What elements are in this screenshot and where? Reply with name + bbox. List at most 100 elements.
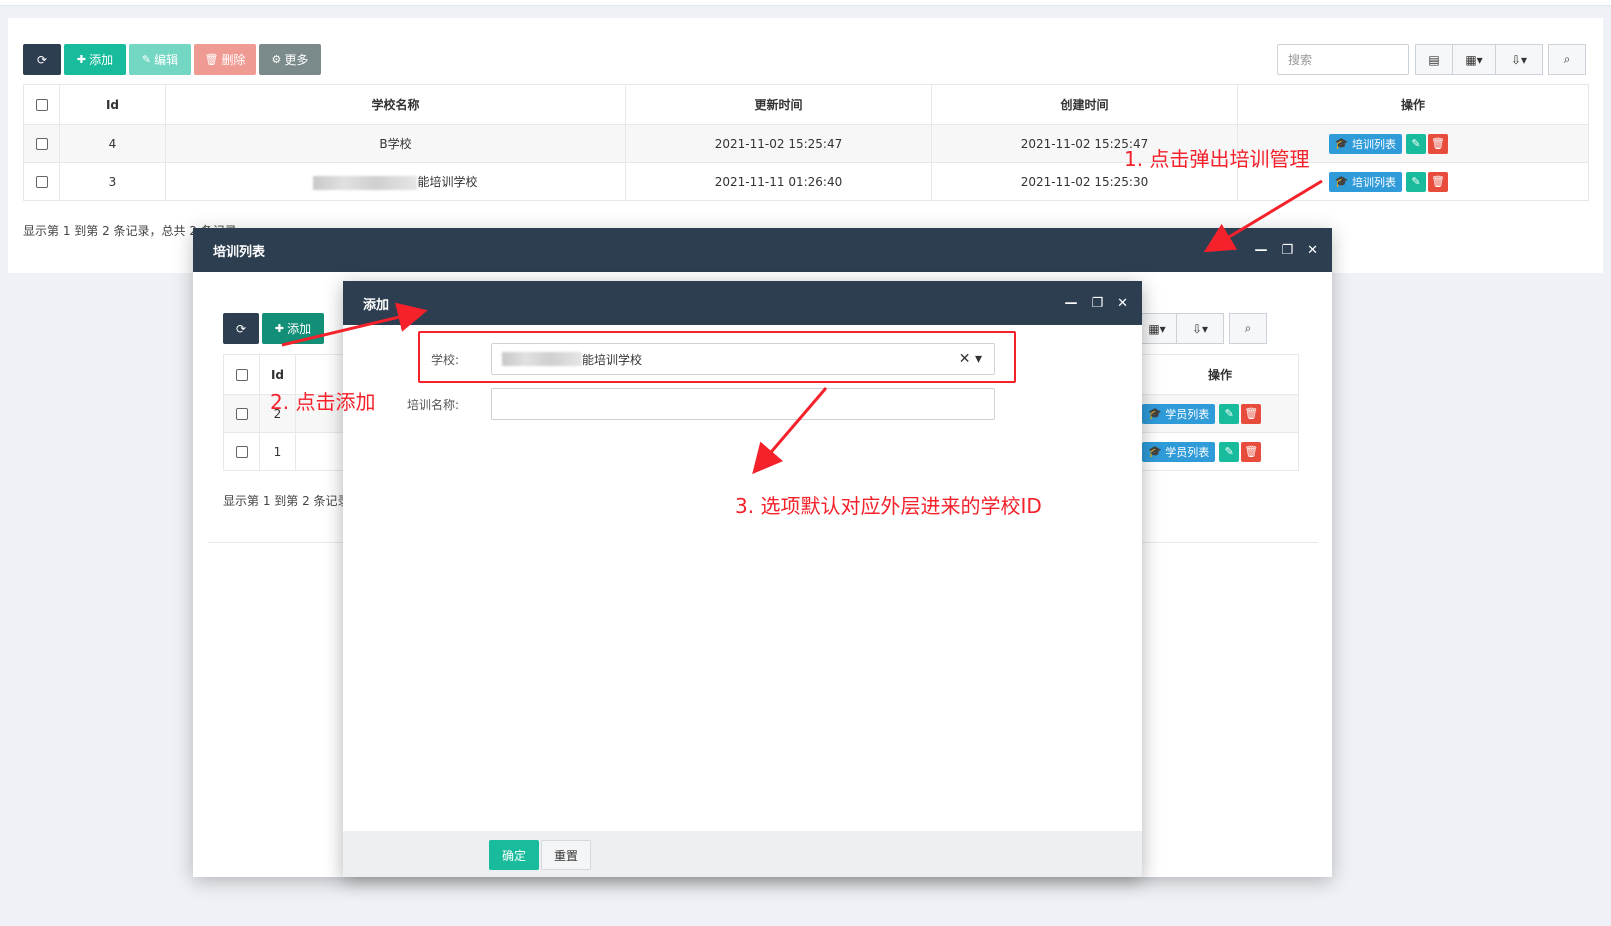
minimize-icon[interactable]: —: [1064, 296, 1077, 311]
table-row: 4 B学校 2021-11-02 15:25:47 2021-11-02 15:…: [23, 124, 1589, 163]
gear-icon: ⚙: [271, 53, 282, 66]
pencil-icon: ✎: [1224, 445, 1234, 458]
pencil-icon: ✎: [1411, 137, 1421, 150]
cell-id: 3: [59, 162, 166, 201]
col-updated[interactable]: 更新时间: [625, 84, 932, 125]
layer1-toolbar: ⟳ ✚ 添加: [223, 313, 324, 344]
columns-button[interactable]: ▦▾: [1137, 313, 1177, 344]
col-id[interactable]: Id: [59, 84, 166, 125]
row-edit-button[interactable]: ✎: [1219, 403, 1240, 424]
select-all-checkbox[interactable]: [35, 99, 48, 111]
view-tool-group: ▦▾ ⇩▾: [1137, 313, 1224, 344]
student-list-button[interactable]: 🎓 学员列表: [1142, 403, 1216, 424]
row-checkbox-cell: [23, 124, 60, 163]
pencil-icon: ✎: [1224, 407, 1234, 420]
toggle-view-button[interactable]: ▤: [1415, 44, 1453, 75]
refresh-button[interactable]: ⟳: [223, 313, 259, 344]
cell-id: 4: [59, 124, 166, 163]
refresh-button[interactable]: ⟳: [23, 44, 61, 75]
training-list-button[interactable]: 🎓 培训列表: [1328, 171, 1402, 192]
row-delete-button[interactable]: 🗑: [1241, 441, 1262, 462]
row-checkbox-cell: [223, 432, 260, 471]
graduation-cap-icon: 🎓: [1334, 137, 1352, 150]
columns-button[interactable]: ▦▾: [1452, 44, 1496, 75]
select-all-cell: [223, 354, 260, 395]
reset-button[interactable]: 重置: [541, 840, 591, 870]
graduation-cap-icon: 🎓: [1148, 407, 1166, 420]
trash-icon: 🗑: [204, 53, 219, 66]
redacted-block: [313, 175, 418, 190]
row-checkbox[interactable]: [235, 446, 248, 458]
grid-icon: ▦▾: [1465, 52, 1483, 67]
plus-icon: ✚: [76, 53, 87, 66]
cell-id: 1: [259, 432, 296, 471]
cell-updated: 2021-11-11 01:26:40: [625, 162, 932, 201]
pagination-info: 显示第 1 到第 2 条记录: [223, 494, 350, 508]
close-icon[interactable]: ✕: [1117, 296, 1128, 311]
training-name-input[interactable]: [491, 388, 995, 420]
layer1-right-tools: ▦▾ ⇩▾ ⌕: [1137, 313, 1267, 344]
pencil-icon: ✎: [1411, 175, 1421, 188]
row-delete-button[interactable]: 🗑: [1241, 403, 1262, 424]
graduation-cap-icon: 🎓: [1334, 175, 1352, 188]
dialog-title: 培训列表: [213, 244, 266, 260]
training-name-label: 培训名称:: [406, 397, 459, 412]
row-checkbox[interactable]: [235, 408, 248, 420]
table-row: 3 能培训学校 2021-11-11 01:26:40 2021-11-02 1…: [23, 162, 1589, 201]
dialog-title: 添加: [363, 297, 390, 313]
col-created[interactable]: 创建时间: [931, 84, 1238, 125]
row-checkbox[interactable]: [35, 176, 48, 188]
row-checkbox[interactable]: [35, 138, 48, 150]
maximize-icon[interactable]: ❐: [1091, 296, 1103, 311]
col-action: 操作: [1237, 84, 1589, 125]
export-button[interactable]: ⇩▾: [1495, 44, 1543, 75]
row-delete-button[interactable]: 🗑: [1428, 171, 1448, 192]
add-button[interactable]: ✚ 添加: [262, 313, 324, 344]
trash-icon: 🗑: [1431, 137, 1445, 150]
row-edit-button[interactable]: ✎: [1406, 171, 1426, 192]
add-button[interactable]: ✚ 添加: [64, 44, 126, 75]
close-icon[interactable]: ✕: [1307, 243, 1318, 258]
trash-icon: 🗑: [1244, 445, 1259, 458]
top-strip: [0, 0, 1611, 6]
search-input[interactable]: 搜索: [1277, 44, 1409, 75]
col-action: 操作: [1141, 354, 1299, 395]
cell-name: B学校: [165, 124, 626, 163]
annotation-step1: 1. 点击弹出培训管理: [1124, 147, 1310, 171]
search-icon: ⌕: [1563, 52, 1571, 66]
cell-actions: 🎓 学员列表 ✎ 🗑: [1141, 394, 1299, 433]
delete-button[interactable]: 🗑 删除: [194, 44, 256, 75]
list-icon: ▤: [1428, 52, 1440, 67]
search-button[interactable]: ⌕: [1548, 44, 1586, 75]
more-button[interactable]: ⚙ 更多: [259, 44, 321, 75]
maximize-icon[interactable]: ❐: [1281, 243, 1293, 258]
student-list-button[interactable]: 🎓 学员列表: [1142, 441, 1216, 462]
minimize-icon[interactable]: —: [1254, 243, 1267, 258]
export-button[interactable]: ⇩▾: [1176, 313, 1224, 344]
row-checkbox-cell: [23, 162, 60, 201]
row-edit-button[interactable]: ✎: [1406, 133, 1426, 154]
row-checkbox-cell: [223, 394, 260, 433]
training-list-button[interactable]: 🎓 培训列表: [1328, 133, 1402, 154]
window-controls: — ❐ ✕: [1064, 281, 1128, 325]
edit-button[interactable]: ✎ 编辑: [129, 44, 191, 75]
cell-name: 能培训学校: [417, 175, 478, 189]
cell-actions: 🎓 学员列表 ✎ 🗑: [1141, 432, 1299, 471]
cell-updated: 2021-11-02 15:25:47: [625, 124, 932, 163]
trash-icon: 🗑: [1244, 407, 1259, 420]
col-name[interactable]: 学校名称: [165, 84, 626, 125]
grid-icon: ▦▾: [1148, 321, 1166, 336]
search-button[interactable]: ⌕: [1229, 313, 1267, 344]
school-table: Id 学校名称 更新时间 创建时间 操作 4 B学校 2021-11-02 15…: [23, 84, 1589, 201]
refresh-icon: ⟳: [36, 52, 48, 67]
plus-icon: ✚: [274, 322, 285, 335]
confirm-button[interactable]: 确定: [489, 840, 539, 870]
search-icon: ⌕: [1244, 321, 1252, 335]
select-all-checkbox[interactable]: [235, 369, 248, 381]
main-toolbar: ⟳ ✚ 添加 ✎ 编辑 🗑 删除 ⚙ 更多: [23, 44, 321, 75]
graduation-cap-icon: 🎓: [1148, 445, 1166, 458]
view-tool-group: ▤ ▦▾ ⇩▾: [1415, 44, 1543, 75]
row-delete-button[interactable]: 🗑: [1428, 133, 1448, 154]
row-edit-button[interactable]: ✎: [1219, 441, 1240, 462]
cell-name-wrap: 能培训学校: [165, 162, 626, 201]
